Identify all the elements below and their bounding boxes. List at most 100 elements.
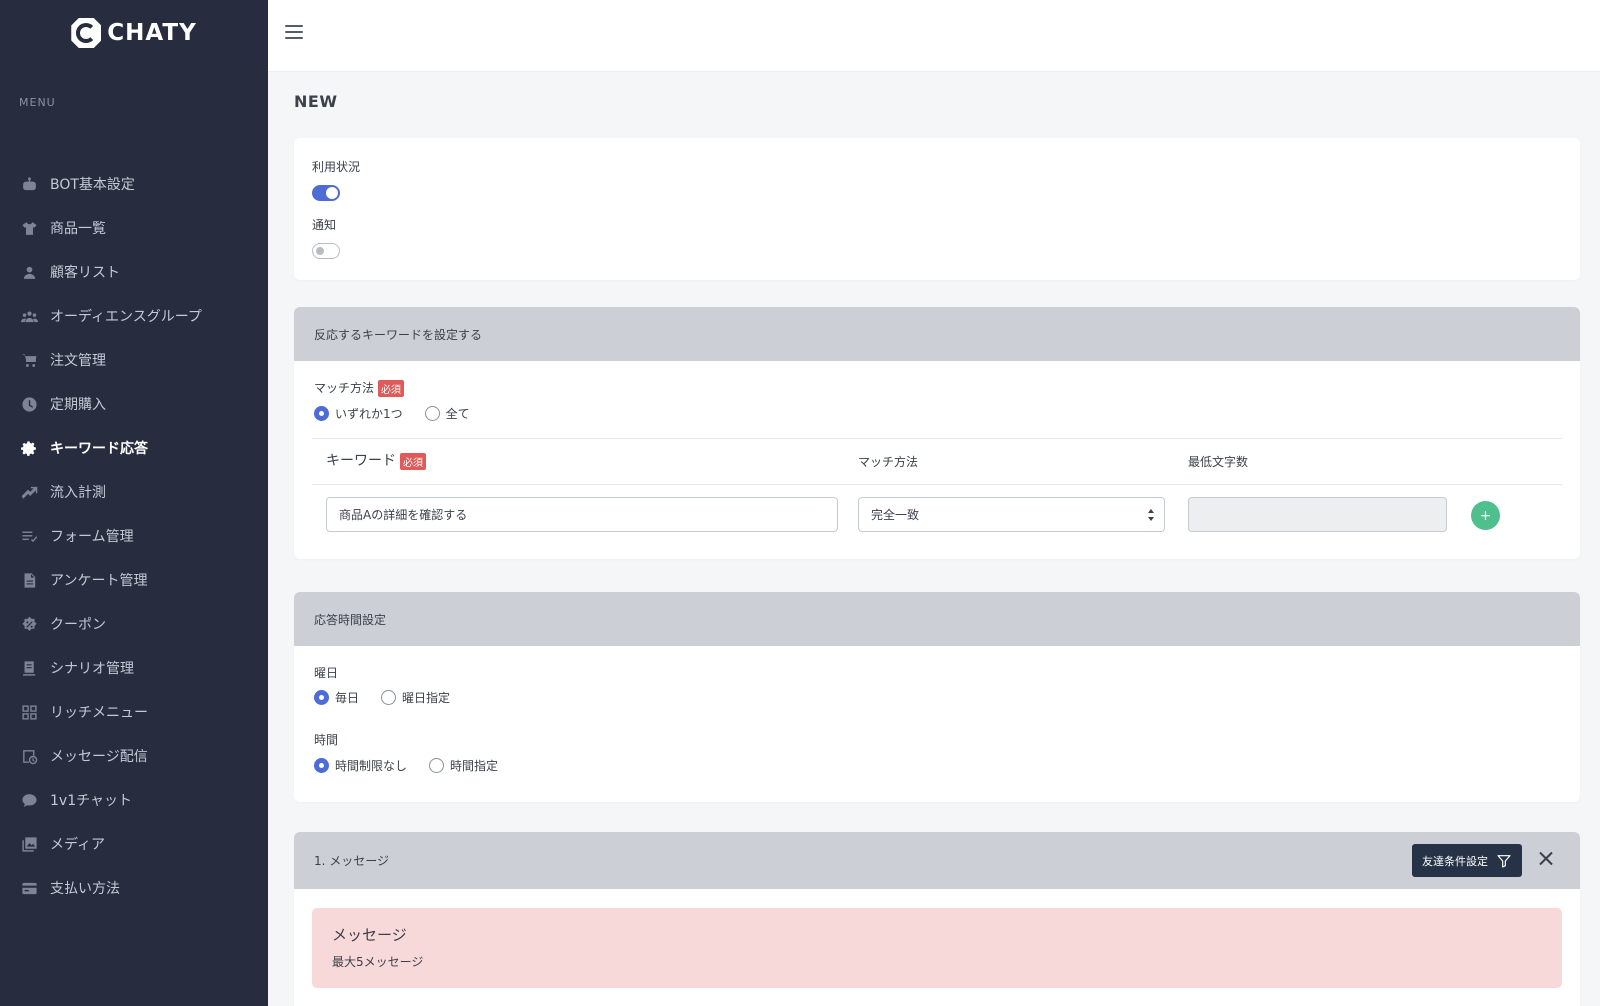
gear-icon [20, 439, 38, 457]
sidebar-item-orders[interactable]: 注文管理 [0, 338, 268, 382]
sidebar-nav: BOT基本設定 商品一覧 顧客リスト オーディエンスグループ 注文管理 定期購入… [0, 162, 268, 910]
select-arrows-icon [1147, 509, 1154, 521]
page-title: NEW [294, 92, 338, 111]
message-box-subtitle: 最大5メッセージ [332, 955, 424, 969]
friend-condition-label: 友達条件設定 [1422, 854, 1488, 868]
radio-label: 時間制限なし [335, 759, 408, 773]
message-send-icon [20, 747, 38, 765]
person-icon [20, 263, 38, 281]
sidebar-item-label: メッセージ配信 [50, 749, 148, 765]
sidebar-item-label: クーポン [50, 617, 106, 633]
sidebar-item-message-delivery[interactable]: メッセージ配信 [0, 734, 268, 778]
filter-icon [1497, 854, 1511, 868]
radio-specify-weekday[interactable] [381, 690, 397, 705]
scenario-icon [20, 659, 38, 677]
friend-condition-button[interactable]: 友達条件設定 [1412, 844, 1522, 877]
sidebar-item-label: メディア [50, 837, 106, 853]
time-option-specify[interactable]: 時間指定 [429, 757, 498, 774]
sidebar-item-survey-management[interactable]: アンケート管理 [0, 558, 268, 602]
radio-no-time-limit[interactable] [314, 758, 329, 773]
sidebar-item-1v1-chat[interactable]: 1v1チャット [0, 778, 268, 822]
sidebar-item-audience-groups[interactable]: オーディエンスグループ [0, 294, 268, 338]
sidebar-item-customers[interactable]: 顧客リスト [0, 250, 268, 294]
radio-label: 毎日 [335, 691, 360, 705]
hamburger-menu-icon[interactable] [285, 25, 303, 39]
status-card: 利用状況 通知 [294, 138, 1580, 280]
match-method-label-text: マッチ方法 [314, 381, 375, 395]
keyword-input[interactable]: 商品Aの詳細を確認する [326, 497, 838, 532]
credit-card-icon [20, 879, 38, 897]
sidebar-item-label: キーワード応答 [50, 441, 148, 457]
table-divider-header [312, 484, 1562, 485]
sidebar-item-keyword-response[interactable]: キーワード応答 [0, 426, 268, 470]
keyword-column-header: キーワード 必須 [326, 450, 426, 470]
media-icon [20, 835, 38, 853]
add-keyword-button[interactable]: + [1471, 501, 1500, 530]
chaty-logo-icon [71, 18, 102, 48]
min-chars-input[interactable] [1188, 497, 1447, 532]
sidebar: CHATY MENU BOT基本設定 商品一覧 顧客リスト オーディエンスグルー… [0, 0, 268, 1006]
brand-name: CHATY [107, 20, 197, 46]
response-time-card: 応答時間設定 曜日 毎日 曜日指定 時間 時間制限なし 時間指定 [294, 592, 1580, 802]
sidebar-item-label: 注文管理 [50, 353, 106, 369]
sidebar-item-products[interactable]: 商品一覧 [0, 206, 268, 250]
radio-label: いずれか1つ [335, 407, 403, 421]
close-icon[interactable] [1538, 850, 1554, 866]
sidebar-item-payment-methods[interactable]: 支払い方法 [0, 866, 268, 910]
cart-icon [20, 351, 38, 369]
radio-label: 曜日指定 [402, 691, 451, 705]
weekday-option-daily[interactable]: 毎日 [314, 689, 359, 706]
sidebar-item-label: 支払い方法 [50, 881, 120, 897]
sidebar-item-rich-menu[interactable]: リッチメニュー [0, 690, 268, 734]
keyword-card-header: 反応するキーワードを設定する [294, 307, 1580, 361]
match-option-any[interactable]: いずれか1つ [314, 405, 403, 422]
radio-all[interactable] [424, 406, 440, 421]
sidebar-item-label: 商品一覧 [50, 221, 106, 237]
menu-section-label: MENU [19, 96, 56, 109]
main-content: NEW 利用状況 通知 反応するキーワードを設定する マッチ方法 必須 いずれか1… [268, 72, 1600, 1006]
sidebar-item-inflow-tracking[interactable]: 流入計測 [0, 470, 268, 514]
radio-any-one[interactable] [314, 406, 329, 421]
match-option-all[interactable]: 全て [424, 405, 470, 422]
sidebar-item-label: BOT基本設定 [50, 177, 135, 193]
sidebar-item-coupons[interactable]: クーポン [0, 602, 268, 646]
sidebar-item-scenario-management[interactable]: シナリオ管理 [0, 646, 268, 690]
time-card-header: 応答時間設定 [294, 592, 1580, 646]
tracking-icon [20, 483, 38, 501]
min-chars-column-header: 最低文字数 [1188, 455, 1249, 469]
time-option-unlimited[interactable]: 時間制限なし [314, 757, 407, 774]
weekday-radio-group: 毎日 曜日指定 [314, 689, 466, 706]
match-method-label: マッチ方法 必須 [314, 379, 405, 397]
sidebar-item-media[interactable]: メディア [0, 822, 268, 866]
weekday-option-specify[interactable]: 曜日指定 [381, 689, 450, 706]
required-badge: 必須 [400, 452, 426, 470]
match-column-header: マッチ方法 [858, 455, 919, 469]
keyword-settings-card: 反応するキーワードを設定する マッチ方法 必須 いずれか1つ 全て キーワード 必須… [294, 307, 1580, 559]
match-method-select[interactable]: 完全一致 [858, 497, 1165, 532]
radio-label: 時間指定 [450, 759, 499, 773]
top-bar [268, 0, 1600, 72]
survey-icon [20, 571, 38, 589]
sidebar-item-label: リッチメニュー [50, 705, 148, 721]
radio-label: 全て [445, 407, 470, 421]
sidebar-item-form-management[interactable]: フォーム管理 [0, 514, 268, 558]
usage-status-toggle[interactable] [312, 185, 340, 201]
sidebar-item-label: アンケート管理 [50, 573, 148, 589]
sidebar-item-label: シナリオ管理 [50, 661, 134, 677]
radio-every-day[interactable] [314, 690, 329, 705]
notification-toggle[interactable] [312, 243, 340, 259]
sidebar-item-subscriptions[interactable]: 定期購入 [0, 382, 268, 426]
sidebar-item-label: 定期購入 [50, 397, 106, 413]
radio-specify-time[interactable] [429, 758, 445, 773]
message-card-title: 1. メッセージ [314, 854, 390, 868]
notification-label: 通知 [312, 218, 337, 232]
brand-logo[interactable]: CHATY [0, 0, 268, 66]
table-divider-top [312, 438, 1562, 439]
match-method-radio-group: いずれか1つ 全て [314, 405, 486, 422]
sidebar-item-bot-settings[interactable]: BOT基本設定 [0, 162, 268, 206]
robot-icon [20, 175, 38, 193]
message-card: 1. メッセージ 友達条件設定 メッセージ 最大5メッセージ [294, 832, 1580, 1006]
group-icon [20, 307, 38, 325]
sidebar-item-label: 顧客リスト [50, 265, 120, 281]
shirt-icon [20, 219, 38, 237]
